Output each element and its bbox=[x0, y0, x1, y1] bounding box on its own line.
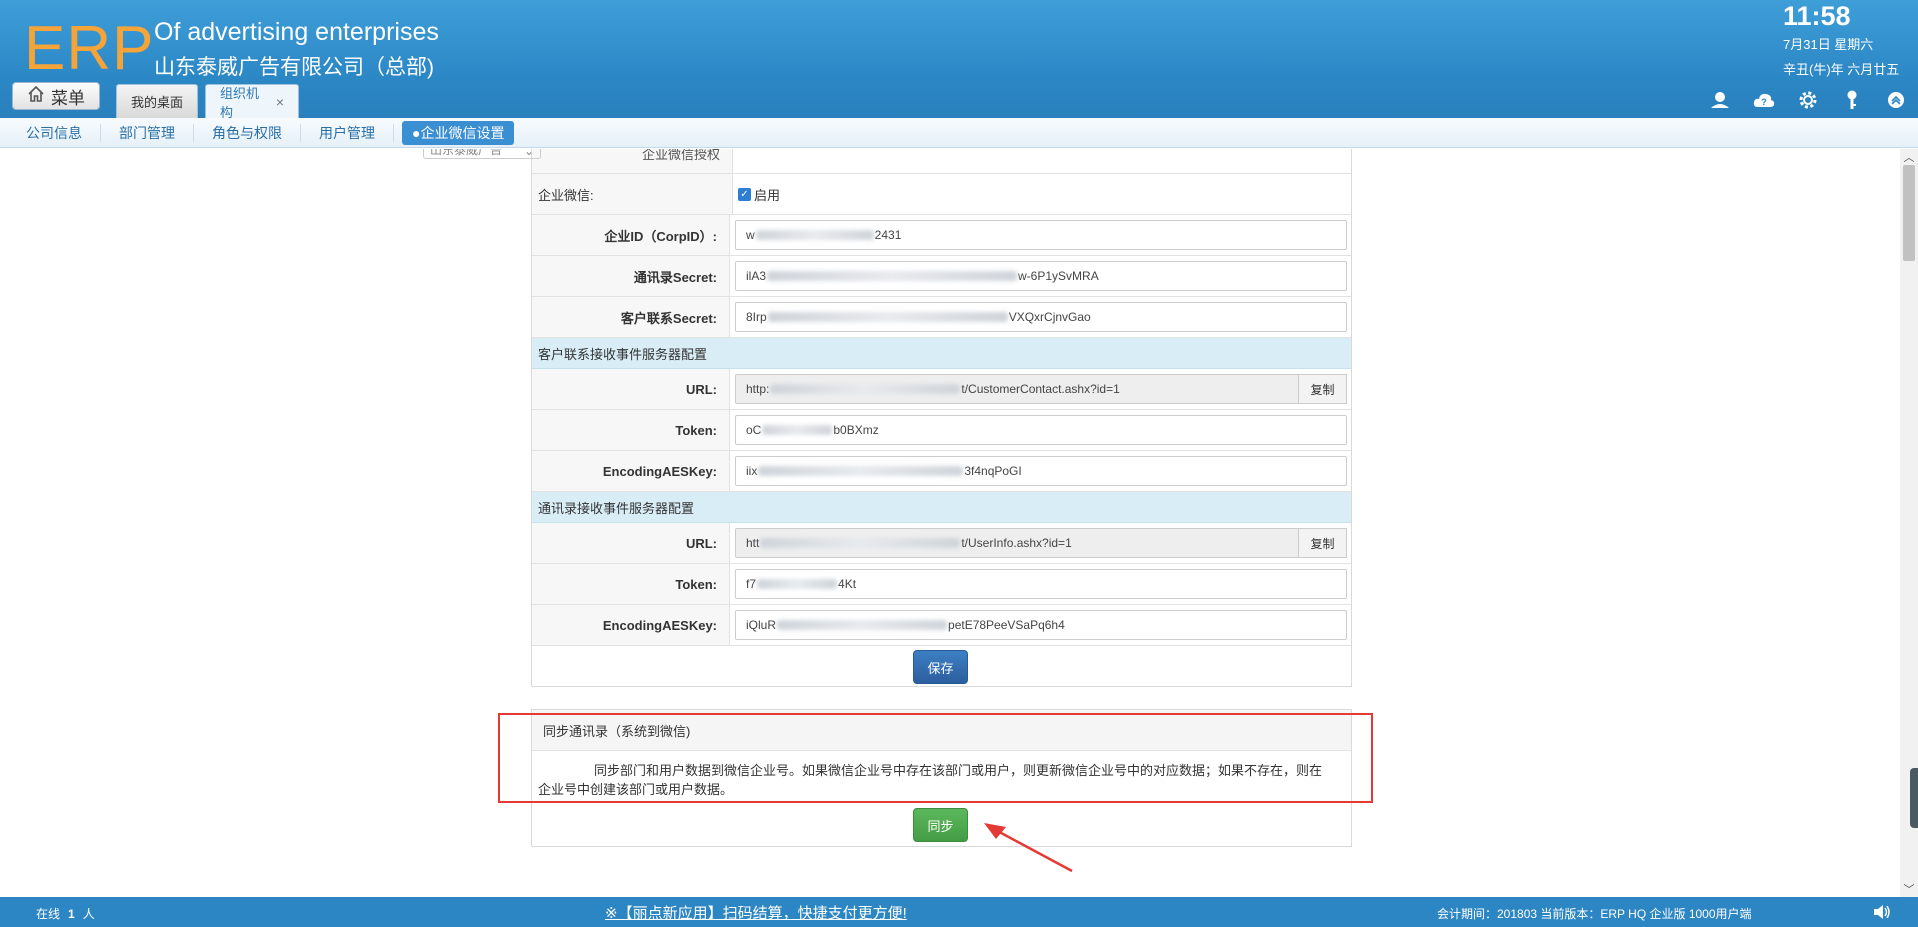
customer-token-input[interactable]: oC b0BXmz bbox=[735, 415, 1347, 445]
clock-date: 7月31日 星期六 bbox=[1783, 37, 1874, 52]
company-name-en: Of advertising enterprises bbox=[154, 18, 439, 46]
key-icon[interactable] bbox=[1840, 88, 1864, 112]
cloud-help-icon[interactable]: ? bbox=[1752, 88, 1776, 112]
contacts-aes-input[interactable]: iQluR petE78PeeVSaPq6h4 bbox=[735, 610, 1347, 640]
collapse-up-icon[interactable] bbox=[1884, 88, 1908, 112]
status-bar: 在线 1 人 ※【丽点新应用】扫码结算，快捷支付更方便! 会计期间：201803 当… bbox=[0, 897, 1918, 927]
sync-description: 同步部门和用户数据到微信企业号。如果微信企业号中存在该部门或用户，则更新微信企业… bbox=[538, 763, 1323, 797]
field-label: 客户联系Secret: bbox=[620, 310, 717, 326]
subnav-wechat-settings[interactable]: ●企业微信设置 bbox=[402, 120, 515, 145]
field-label: Token: bbox=[675, 576, 717, 592]
sub-navigation: 公司信息 部门管理 角色与权限 用户管理 ●企业微信设置 bbox=[0, 118, 1918, 148]
clock-lunar-date: 辛丑(牛)年 六月廿五 bbox=[1783, 62, 1900, 77]
scroll-down-icon[interactable]: ﹀ bbox=[1900, 881, 1918, 897]
main-menu-button[interactable]: 菜单 bbox=[12, 82, 100, 110]
contacts-callback-section-header: 通讯录接收事件服务器配置 bbox=[532, 492, 1351, 523]
main-menu-label: 菜单 bbox=[51, 88, 85, 108]
field-label: 企业微信授权 bbox=[532, 149, 733, 173]
sync-button[interactable]: 同步 bbox=[913, 808, 968, 842]
close-tab-icon[interactable]: × bbox=[276, 94, 284, 110]
company-name-cn: 山东泰威广告有限公司（总部) bbox=[154, 56, 434, 79]
gear-icon[interactable] bbox=[1796, 88, 1820, 112]
field-label: EncodingAESKey: bbox=[602, 617, 717, 633]
subnav-company-info[interactable]: 公司信息 bbox=[8, 123, 101, 142]
field-label: 通讯录Secret: bbox=[633, 269, 717, 285]
form-row-corpid: 企业ID（CorpID）: w 2431 bbox=[532, 215, 1351, 256]
field-label: 企业微信: bbox=[532, 174, 733, 214]
svg-text:?: ? bbox=[1761, 97, 1767, 107]
version-info: 会计期间：201803 当前版本：ERP HQ 企业版 1000用户端 bbox=[1437, 907, 1752, 921]
subnav-department[interactable]: 部门管理 bbox=[101, 123, 194, 142]
chevron-down-icon: ⌄ bbox=[523, 149, 534, 158]
field-label: URL: bbox=[685, 535, 717, 551]
field-label: 企业ID（CorpID）: bbox=[604, 228, 717, 244]
scroll-up-icon[interactable]: ︿ bbox=[1900, 149, 1918, 165]
speaker-icon[interactable] bbox=[1872, 903, 1892, 924]
tab-label: 我的桌面 bbox=[131, 95, 184, 110]
tab-organization[interactable]: 组织机构 × bbox=[205, 84, 299, 120]
subnav-roles[interactable]: 角色与权限 bbox=[194, 123, 301, 142]
form-row-customer-token: Token: oC b0BXmz bbox=[532, 410, 1351, 451]
scrollbar-thumb[interactable] bbox=[1903, 165, 1915, 261]
form-row-authorization: 企业微信授权 山东泰威广告 ⌄ bbox=[423, 149, 1351, 174]
field-label: EncodingAESKey: bbox=[602, 463, 717, 479]
contacts-url-input[interactable]: htt t/UserInfo.ashx?id=1 bbox=[735, 528, 1299, 558]
copy-customer-url-button[interactable]: 复制 bbox=[1299, 374, 1347, 404]
clock-time: 11:58 bbox=[1783, 1, 1851, 31]
save-button[interactable]: 保存 bbox=[913, 650, 968, 684]
wechat-settings-form: 企业微信授权 山东泰威广告 ⌄ 企业微信: ✓ 启用 企业ID（CorpID）: … bbox=[423, 149, 1352, 687]
promo-link[interactable]: ※【丽点新应用】扫码结算，快捷支付更方便! bbox=[605, 902, 907, 923]
home-icon bbox=[27, 85, 45, 108]
sync-panel-title: 同步通讯录（系统到微信) bbox=[532, 710, 1351, 751]
form-row-contacts-url: URL: htt t/UserInfo.ashx?id=1 复制 bbox=[532, 523, 1351, 564]
form-row-customer-secret: 客户联系Secret: 8Irp VXQxrCjnvGao bbox=[532, 297, 1351, 338]
enable-checkbox-label: 启用 bbox=[754, 187, 781, 203]
side-panel-handle[interactable] bbox=[1910, 768, 1918, 828]
contacts-secret-input[interactable]: ilA3 w-6P1ySvMRA bbox=[735, 261, 1347, 291]
customer-secret-input[interactable]: 8Irp VXQxrCjnvGao bbox=[735, 302, 1347, 332]
field-label: URL: bbox=[685, 381, 717, 397]
corpid-input[interactable]: w 2431 bbox=[735, 220, 1347, 250]
form-row-wechat-enable: 企业微信: ✓ 启用 bbox=[532, 174, 1351, 215]
form-row-contacts-token: Token: f7 4Kt bbox=[532, 564, 1351, 605]
erp-logo: ERP bbox=[24, 14, 155, 83]
main-content: 企业微信授权 山东泰威广告 ⌄ 企业微信: ✓ 启用 企业ID（CorpID）: … bbox=[0, 149, 1900, 897]
customer-aes-input[interactable]: iix 3f4nqPoGI bbox=[735, 456, 1347, 486]
authorization-select[interactable]: 山东泰威广告 ⌄ bbox=[423, 149, 541, 159]
enable-checkbox[interactable]: ✓ bbox=[738, 187, 751, 201]
contacts-token-input[interactable]: f7 4Kt bbox=[735, 569, 1347, 599]
form-row-contacts-secret: 通讯录Secret: ilA3 w-6P1ySvMRA bbox=[532, 256, 1351, 297]
online-users: 在线 1 人 bbox=[36, 907, 95, 921]
tab-my-desktop[interactable]: 我的桌面 bbox=[116, 84, 198, 118]
pointer-arrow-icon bbox=[984, 823, 1073, 873]
customer-callback-section-header: 客户联系接收事件服务器配置 bbox=[532, 338, 1351, 369]
user-icon[interactable] bbox=[1708, 88, 1732, 112]
form-row-customer-aes: EncodingAESKey: iix 3f4nqPoGI bbox=[532, 451, 1351, 492]
copy-contacts-url-button[interactable]: 复制 bbox=[1299, 528, 1347, 558]
online-count: 1 bbox=[68, 907, 75, 921]
tab-label: 组织机构 bbox=[220, 85, 260, 120]
header-toolbar: ? bbox=[1708, 88, 1908, 112]
form-row-contacts-aes: EncodingAESKey: iQluR petE78PeeVSaPq6h4 bbox=[532, 605, 1351, 646]
form-row-customer-url: URL: http: t/CustomerContact.ashx?id=1 复制 bbox=[532, 369, 1351, 410]
field-label: Token: bbox=[675, 422, 717, 438]
app-header: ERP Of advertising enterprises 山东泰威广告有限公… bbox=[0, 0, 1918, 120]
customer-url-input[interactable]: http: t/CustomerContact.ashx?id=1 bbox=[735, 374, 1299, 404]
subnav-users[interactable]: 用户管理 bbox=[301, 123, 394, 142]
